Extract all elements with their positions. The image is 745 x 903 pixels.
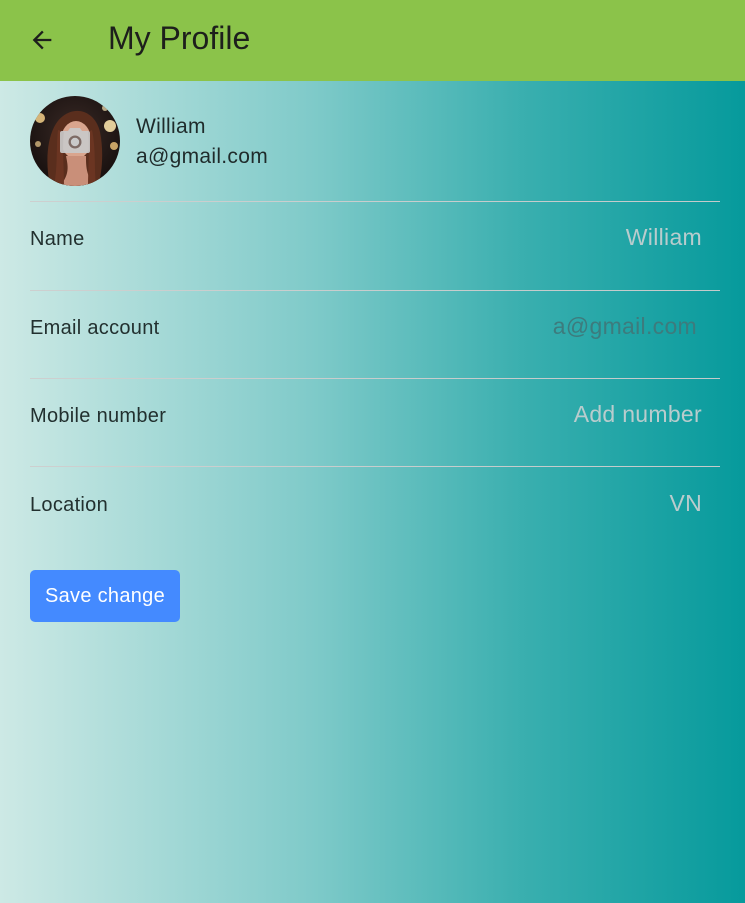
- save-change-button[interactable]: Save change: [30, 570, 180, 622]
- name-field[interactable]: William: [626, 223, 702, 251]
- profile-email: a@gmail.com: [136, 145, 268, 168]
- divider: [30, 378, 720, 379]
- avatar[interactable]: [30, 96, 120, 186]
- divider: [30, 290, 720, 291]
- location-field[interactable]: VN: [669, 489, 702, 517]
- profile-content: William a@gmail.com Name William Email a…: [0, 81, 745, 903]
- location-label: Location: [30, 494, 109, 516]
- page-title: My Profile: [108, 20, 251, 56]
- divider: [30, 201, 720, 202]
- camera-icon: [60, 128, 90, 153]
- email-field[interactable]: a@gmail.com: [553, 312, 697, 340]
- divider: [30, 466, 720, 467]
- email-label: Email account: [30, 317, 160, 339]
- app-bar: My Profile: [0, 0, 745, 81]
- profile-name: William: [136, 115, 206, 138]
- mobile-label: Mobile number: [30, 405, 167, 427]
- arrow-left-icon: [32, 30, 52, 50]
- name-label: Name: [30, 228, 85, 250]
- back-button[interactable]: [22, 20, 62, 60]
- mobile-number-field[interactable]: Add number: [574, 400, 702, 428]
